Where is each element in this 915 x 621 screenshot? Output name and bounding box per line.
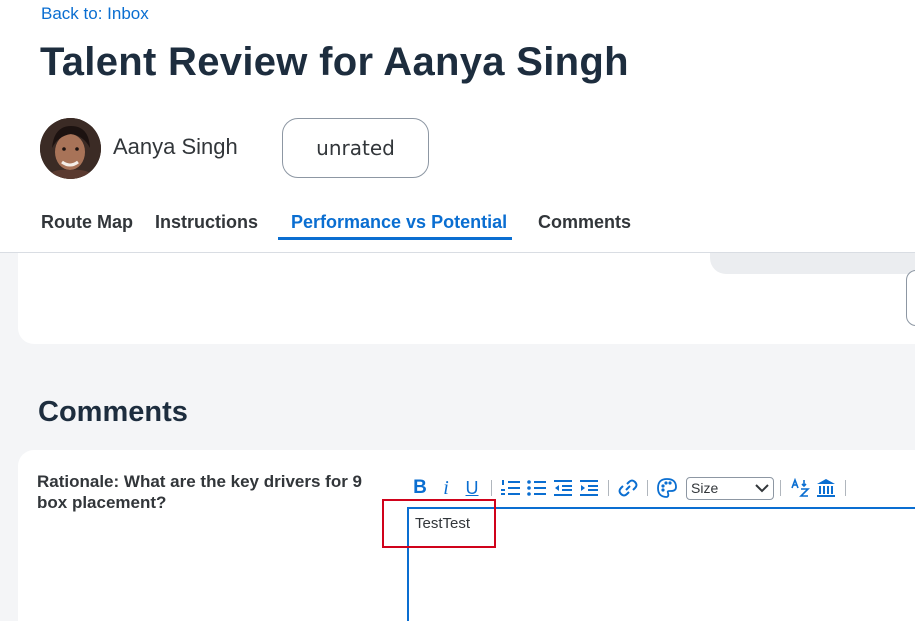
person-name: Aanya Singh [113, 134, 238, 159]
bulleted-list-button[interactable] [524, 475, 550, 501]
insert-link-button[interactable] [615, 475, 641, 501]
indent-button[interactable] [576, 475, 602, 501]
tab-performance-vs-potential[interactable]: Performance vs Potential [291, 212, 507, 233]
outdent-icon [554, 480, 572, 496]
toolbar-separator [647, 480, 648, 496]
text-color-button[interactable] [654, 475, 680, 501]
font-size-select-value: Size [691, 480, 719, 496]
bold-icon: B [413, 477, 427, 498]
sort-button[interactable] [787, 475, 813, 501]
toolbar-separator [491, 480, 492, 496]
italic-icon: i [443, 476, 449, 499]
italic-button[interactable]: i [433, 475, 459, 501]
numbered-list-button[interactable] [498, 475, 524, 501]
panel-border-edge [906, 270, 915, 326]
tab-comments[interactable]: Comments [538, 212, 631, 233]
active-tab-indicator [278, 237, 512, 240]
link-icon [618, 479, 638, 497]
tab-route-map[interactable]: Route Map [41, 212, 133, 233]
legal-button[interactable] [813, 475, 839, 501]
back-to-inbox-link[interactable]: Back to: Inbox [41, 4, 149, 24]
bold-button[interactable]: B [407, 475, 433, 501]
page-title: Talent Review for Aanya Singh [40, 40, 629, 84]
rationale-question: Rationale: What are the key drivers for … [37, 472, 362, 512]
grid-panel-edge [710, 253, 915, 274]
toolbar-separator [780, 480, 781, 496]
underline-button[interactable]: U [459, 475, 485, 501]
annotation-highlight-box [382, 499, 496, 548]
palette-icon [657, 478, 677, 498]
tab-bar: Route Map Instructions Performance vs Po… [0, 200, 915, 253]
toolbar-separator [608, 480, 609, 496]
chevron-down-icon [755, 484, 769, 493]
rating-pill[interactable]: unrated [282, 118, 429, 178]
toolbar-separator [845, 480, 846, 496]
outdent-button[interactable] [550, 475, 576, 501]
avatar [40, 118, 101, 179]
indent-icon [580, 480, 598, 496]
numbered-list-icon [501, 480, 520, 495]
sort-az-icon [791, 478, 810, 497]
underline-icon: U [465, 477, 479, 498]
tab-instructions[interactable]: Instructions [155, 212, 258, 233]
bank-icon [817, 479, 835, 497]
font-size-select[interactable]: Size [686, 476, 774, 500]
comments-section-title: Comments [38, 396, 188, 428]
rich-text-toolbar: B i U Size [407, 474, 915, 502]
bulleted-list-icon [527, 480, 546, 496]
page-header: Back to: Inbox Talent Review for Aanya S… [0, 0, 915, 253]
